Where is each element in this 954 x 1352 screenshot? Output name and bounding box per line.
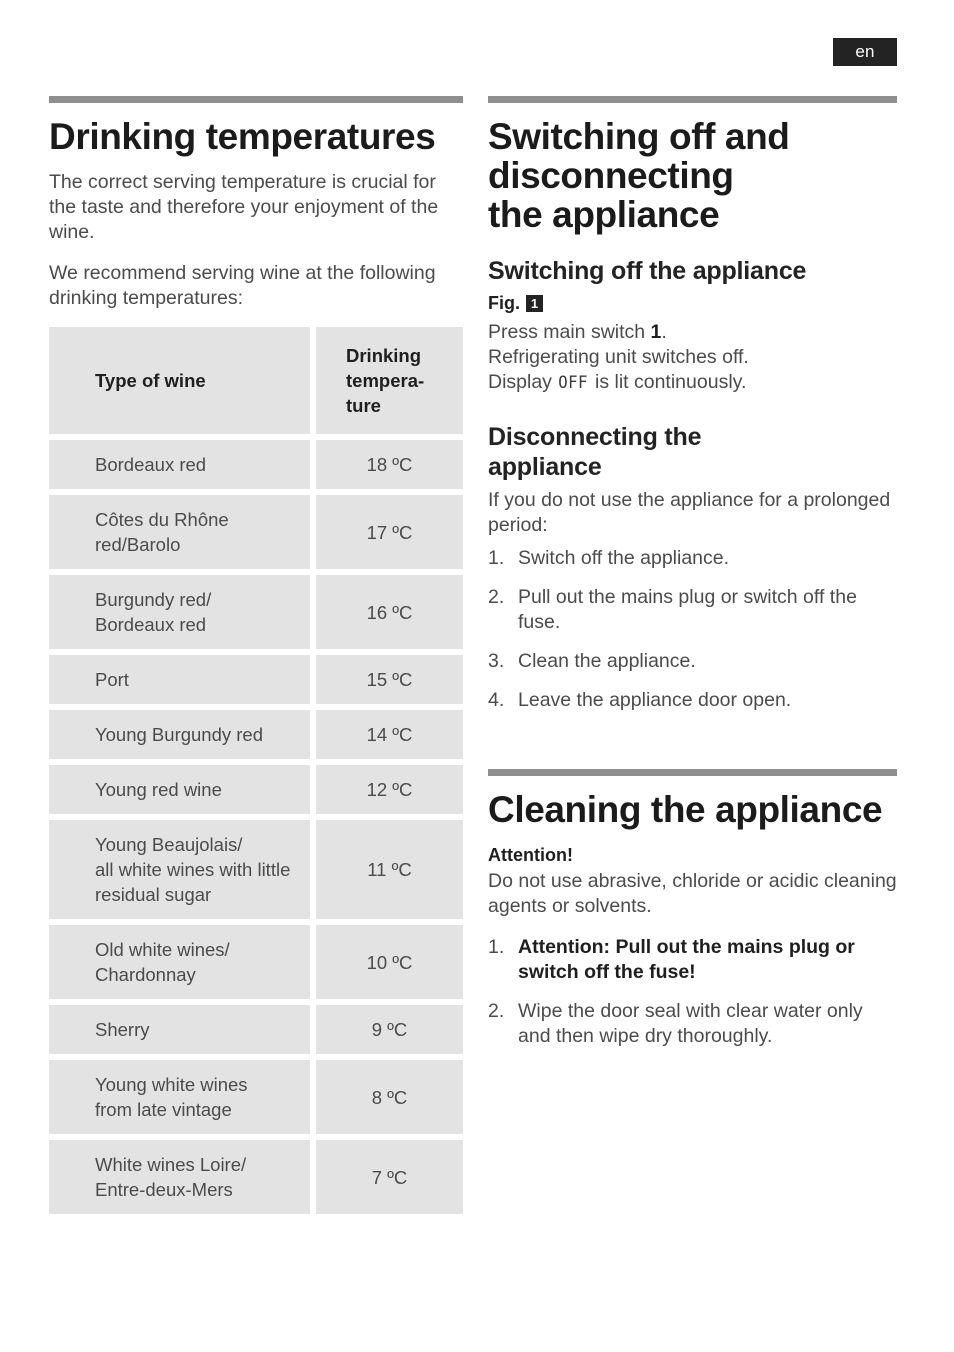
list-item: 1. Switch off the appliance. bbox=[488, 546, 897, 571]
table-cell-temperature: 14 ºC bbox=[316, 710, 463, 759]
figure-reference: Fig. 1 bbox=[488, 292, 897, 314]
page-title-drinking-temperatures: Drinking temperatures bbox=[49, 116, 436, 157]
list-item-number: 3. bbox=[488, 650, 505, 672]
table-cell-wine-type: Old white wines/Chardonnay bbox=[49, 925, 310, 999]
table-cell-temperature: 10 ºC bbox=[316, 925, 463, 999]
table-header-row: Type of wine Drinking tempera-ture bbox=[49, 327, 463, 434]
list-item-number: 2. bbox=[488, 1000, 505, 1022]
table-cell-wine-type: Sherry bbox=[49, 1005, 310, 1054]
display-text-prefix: Display bbox=[488, 371, 558, 393]
table-row: Sherry 9 ºC bbox=[49, 1005, 463, 1054]
lcd-display-off: OFF bbox=[558, 373, 589, 393]
subheading-switching-off-the-appliance: Switching off the appliance bbox=[488, 257, 807, 285]
list-item-text: Attention: Pull out the mains plug or sw… bbox=[518, 936, 855, 983]
list-item-text: Wipe the door seal with clear water only… bbox=[518, 1000, 863, 1047]
table-cell-temperature: 15 ºC bbox=[316, 655, 463, 704]
display-text-suffix: is lit continuously. bbox=[589, 371, 747, 393]
page-title-cleaning-the-appliance: Cleaning the appliance bbox=[488, 789, 883, 830]
list-item-text: Clean the appliance. bbox=[518, 650, 696, 672]
list-item: 2. Wipe the door seal with clear water on… bbox=[488, 999, 897, 1049]
list-item: 2. Pull out the mains plug or switch off … bbox=[488, 585, 897, 635]
section-rule-drinking-temperatures bbox=[49, 96, 463, 103]
table-row: White wines Loire/Entre-deux-Mers 7 ºC bbox=[49, 1140, 463, 1214]
title-line-3: the appliance bbox=[488, 194, 720, 235]
disconnect-heading-line-2: appliance bbox=[488, 453, 602, 481]
table-cell-wine-type: Young Burgundy red bbox=[49, 710, 310, 759]
list-item: 1. Attention: Pull out the mains plug or … bbox=[488, 935, 897, 985]
switch-instruction-suffix: . bbox=[661, 321, 667, 343]
table-cell-wine-type: Young Beaujolais/all white wines with li… bbox=[49, 820, 310, 919]
table-cell-temperature: 7 ºC bbox=[316, 1140, 463, 1214]
table-cell-temperature: 18 ºC bbox=[316, 440, 463, 489]
table-row: Young red wine 12 ºC bbox=[49, 765, 463, 814]
title-line-1: Switching off and bbox=[488, 116, 790, 157]
table-row: Port 15 ºC bbox=[49, 655, 463, 704]
table-cell-wine-type: Port bbox=[49, 655, 310, 704]
section-rule-cleaning bbox=[488, 769, 897, 776]
table-row: Burgundy red/Bordeaux red 16 ºC bbox=[49, 575, 463, 649]
figure-label: Fig. bbox=[488, 293, 520, 313]
switch-instruction-line-3: Display OFF is lit continuously. bbox=[488, 370, 897, 396]
disconnect-intro-paragraph: If you do not use the appliance for a pr… bbox=[488, 489, 891, 536]
table-cell-temperature: 9 ºC bbox=[316, 1005, 463, 1054]
section-rule-switching-off bbox=[488, 96, 897, 103]
table-cell-temperature: 17 ºC bbox=[316, 495, 463, 569]
table-cell-wine-type: White wines Loire/Entre-deux-Mers bbox=[49, 1140, 310, 1214]
list-item-text: Pull out the mains plug or switch off th… bbox=[518, 586, 857, 633]
attention-label: Attention! bbox=[488, 845, 573, 865]
table-cell-temperature: 12 ºC bbox=[316, 765, 463, 814]
table-cell-wine-type: Côtes du Rhône red/Barolo bbox=[49, 495, 310, 569]
main-switch-number: 1 bbox=[650, 321, 662, 343]
table-cell-wine-type: Young white wines from late vintage bbox=[49, 1060, 310, 1134]
cleaning-steps-list: 1. Attention: Pull out the mains plug or … bbox=[488, 935, 897, 1049]
drinking-temperature-table: Type of wine Drinking tempera-ture Bordeaux… bbox=[49, 327, 463, 1214]
table-cell-temperature: 11 ºC bbox=[316, 820, 463, 919]
switch-instruction-line-2: Refrigerating unit switches off. bbox=[488, 346, 749, 368]
table-row: Young Beaujolais/all white wines with li… bbox=[49, 820, 463, 919]
table-header-temperature: Drinking tempera-ture bbox=[316, 327, 463, 434]
disconnect-steps-list: 1. Switch off the appliance. 2. Pull out th… bbox=[488, 546, 897, 713]
attention-paragraph: Do not use abrasive, chloride or acidic … bbox=[488, 870, 897, 917]
table-row: Côtes du Rhône red/Barolo 17 ºC bbox=[49, 495, 463, 569]
list-item-text: Leave the appliance door open. bbox=[518, 689, 792, 711]
subheading-disconnecting-the-appliance: Disconnecting the appliance bbox=[488, 422, 897, 482]
switch-instruction-prefix: Press main switch bbox=[488, 321, 651, 343]
table-cell-wine-type: Young red wine bbox=[49, 765, 310, 814]
left-column: Drinking temperatures The correct servin… bbox=[49, 96, 463, 1220]
list-item-number: 1. bbox=[488, 936, 505, 958]
table-cell-temperature: 8 ºC bbox=[316, 1060, 463, 1134]
list-item-number: 2. bbox=[488, 586, 505, 608]
table-row: Young Burgundy red 14 ºC bbox=[49, 710, 463, 759]
table-cell-wine-type: Bordeaux red bbox=[49, 440, 310, 489]
figure-number-badge: 1 bbox=[526, 294, 543, 312]
table-row: Bordeaux red 18 ºC bbox=[49, 440, 463, 489]
list-item-text: Switch off the appliance. bbox=[518, 547, 730, 569]
title-line-2: disconnecting bbox=[488, 155, 734, 196]
right-column: Switching off and disconnecting the appl… bbox=[488, 96, 897, 1063]
table-cell-wine-type: Burgundy red/Bordeaux red bbox=[49, 575, 310, 649]
table-row: Young white wines from late vintage 8 ºC bbox=[49, 1060, 463, 1134]
table-row: Old white wines/Chardonnay 10 ºC bbox=[49, 925, 463, 999]
list-item: 4. Leave the appliance door open. bbox=[488, 688, 897, 713]
switch-instruction-line-1: Press main switch 1. bbox=[488, 320, 897, 345]
language-badge: en bbox=[833, 38, 897, 66]
list-item-number: 1. bbox=[488, 547, 505, 569]
intro-paragraph-1: The correct serving temperature is cruci… bbox=[49, 171, 439, 243]
list-item-number: 4. bbox=[488, 689, 505, 711]
list-item: 3. Clean the appliance. bbox=[488, 649, 897, 674]
table-header-type: Type of wine bbox=[49, 327, 310, 434]
disconnect-heading-line-1: Disconnecting the bbox=[488, 423, 702, 451]
page-title-switching-off: Switching off and disconnecting the appl… bbox=[488, 117, 897, 234]
intro-paragraph-2: We recommend serving wine at the followi… bbox=[49, 262, 436, 309]
table-cell-temperature: 16 ºC bbox=[316, 575, 463, 649]
